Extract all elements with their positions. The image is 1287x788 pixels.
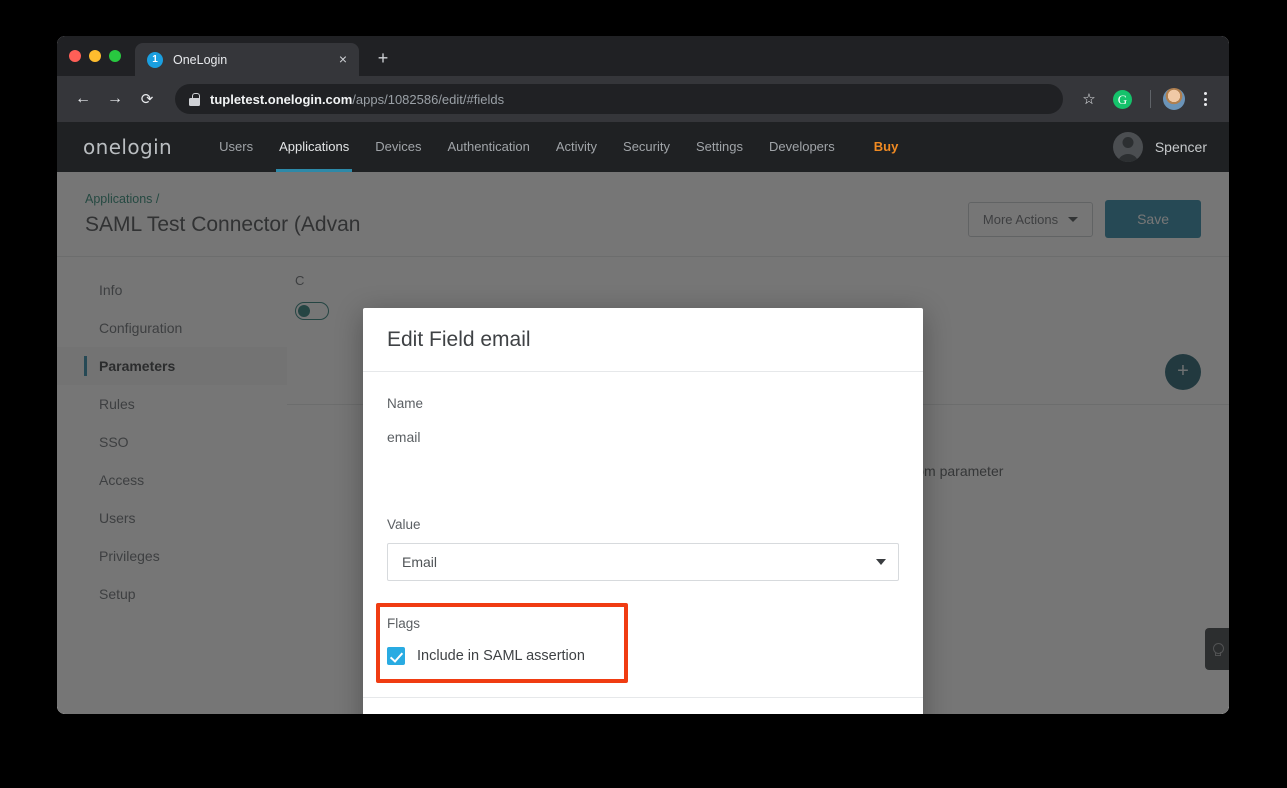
forward-button[interactable]: → (101, 85, 129, 113)
minimize-window-button[interactable] (89, 50, 101, 62)
chevron-down-icon (876, 559, 886, 565)
modal-footer: Cancel Delete Save (363, 697, 923, 714)
url-path: /apps/1082586/edit/#fields (352, 92, 504, 107)
tab-title: OneLogin (173, 53, 335, 67)
nav-item-settings[interactable]: Settings (683, 122, 756, 172)
browser-tab-strip: 1 OneLogin × + (57, 36, 1229, 76)
lock-icon (189, 93, 200, 106)
favicon-icon: 1 (147, 52, 163, 68)
url-host: tupletest.onelogin.com (210, 92, 352, 107)
nav-item-developers[interactable]: Developers (756, 122, 848, 172)
nav-item-devices[interactable]: Devices (362, 122, 434, 172)
value-field-group: Value Email (387, 517, 899, 581)
toolbar-divider (1150, 90, 1151, 108)
nav-item-security[interactable]: Security (610, 122, 683, 172)
maximize-window-button[interactable] (109, 50, 121, 62)
reload-button[interactable]: ⟳ (133, 85, 161, 113)
flag-saml-assertion-row[interactable]: Include in SAML assertion (387, 647, 899, 665)
flags-label: Flags (387, 616, 899, 631)
user-name-label: Spencer (1155, 139, 1207, 155)
profile-avatar[interactable] (1163, 88, 1185, 110)
user-avatar-icon (1113, 132, 1143, 162)
back-button[interactable]: ← (69, 85, 97, 113)
close-tab-icon[interactable]: × (335, 52, 351, 68)
browser-window: 1 OneLogin × + ← → ⟳ tupletest.onelogin.… (57, 36, 1229, 714)
modal-header: Edit Field email (363, 308, 923, 372)
nav-item-activity[interactable]: Activity (543, 122, 610, 172)
url-text: tupletest.onelogin.com/apps/1082586/edit… (210, 92, 504, 107)
nav-item-users[interactable]: Users (206, 122, 266, 172)
value-select[interactable]: Email (387, 543, 899, 581)
value-select-text: Email (402, 554, 876, 570)
edit-field-modal: Edit Field email Name email Value Email (363, 308, 923, 714)
user-menu[interactable]: Spencer (1113, 132, 1207, 162)
flags-group: Flags Include in SAML assertion (387, 616, 899, 665)
name-value: email (387, 429, 899, 445)
page-viewport: onelogin Users Applications Devices Auth… (57, 122, 1229, 714)
close-window-button[interactable] (69, 50, 81, 62)
browser-tab-onelogin[interactable]: 1 OneLogin × (135, 43, 359, 76)
onelogin-logo[interactable]: onelogin (83, 135, 172, 159)
new-tab-button[interactable]: + (369, 45, 397, 73)
include-in-saml-assertion-checkbox[interactable] (387, 647, 405, 665)
address-bar[interactable]: tupletest.onelogin.com/apps/1082586/edit… (175, 84, 1063, 114)
highlight-annotation (376, 603, 628, 683)
nav-item-applications[interactable]: Applications (266, 122, 362, 172)
name-field-group: Name email (387, 396, 899, 445)
onelogin-navbar: onelogin Users Applications Devices Auth… (57, 122, 1229, 172)
browser-toolbar: ← → ⟳ tupletest.onelogin.com/apps/108258… (57, 76, 1229, 122)
modal-body: Name email Value Email Flags (363, 372, 923, 697)
window-traffic-lights (69, 36, 121, 76)
bookmark-star-icon[interactable]: ☆ (1075, 85, 1103, 113)
grammarly-extension-icon[interactable]: G (1113, 90, 1132, 109)
modal-title: Edit Field email (387, 328, 531, 352)
name-label: Name (387, 396, 899, 411)
onelogin-page-body: Applications / SAML Test Connector (Adva… (57, 172, 1229, 714)
value-label: Value (387, 517, 899, 532)
include-in-saml-assertion-label: Include in SAML assertion (417, 648, 585, 664)
nav-item-buy[interactable]: Buy (848, 122, 912, 172)
nav-item-authentication[interactable]: Authentication (434, 122, 542, 172)
browser-menu-icon[interactable] (1193, 87, 1217, 111)
